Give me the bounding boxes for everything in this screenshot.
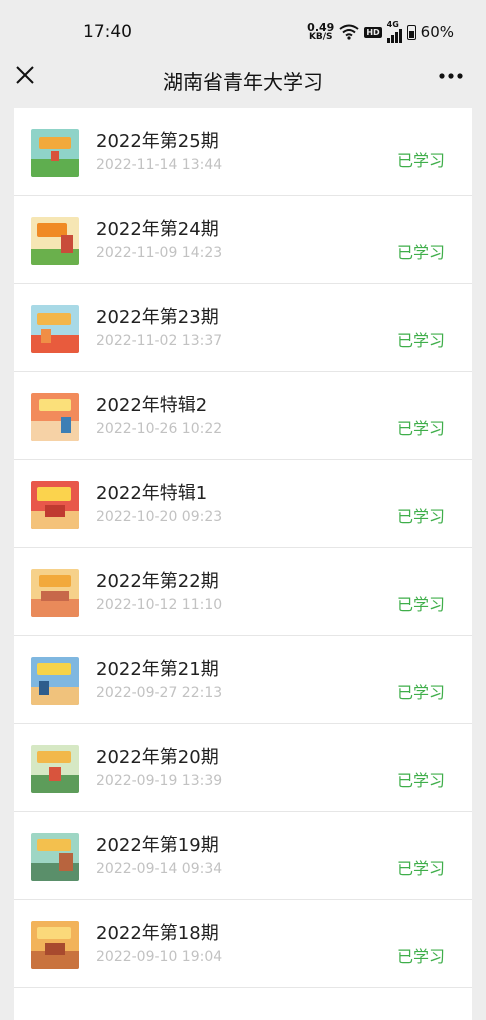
episode-title: 2022年第19期 — [96, 835, 219, 856]
list-item[interactable]: 2022年第22期 2022-10-12 11:10 已学习 — [14, 548, 472, 636]
episode-title: 2022年第21期 — [96, 659, 219, 680]
list-item[interactable]: 2022年第21期 2022-09-27 22:13 已学习 — [14, 636, 472, 724]
list-item[interactable]: 2022年第19期 2022-09-14 09:34 已学习 — [14, 812, 472, 900]
status-label: 已学习 — [396, 859, 445, 878]
list-item[interactable]: 2022年第20期 2022-09-19 13:39 已学习 — [14, 724, 472, 812]
episode-date: 2022-09-27 22:13 — [96, 685, 223, 701]
status-label: 已学习 — [396, 243, 445, 262]
net-speed-unit: KB/S — [308, 32, 333, 42]
net-speed: 0.49 KB/S — [307, 22, 334, 42]
episode-thumbnail — [31, 217, 79, 265]
status-label: 已学习 — [396, 947, 445, 966]
status-label: 已学习 — [396, 507, 445, 526]
list-item[interactable]: 2022年第25期 2022-11-14 13:44 已学习 — [14, 108, 472, 196]
wifi-icon — [339, 24, 359, 40]
more-icon[interactable] — [438, 68, 464, 84]
episode-date: 2022-09-10 19:04 — [96, 949, 223, 965]
episode-date: 2022-10-26 10:22 — [96, 421, 223, 437]
list-item[interactable]: 2022年第24期 2022-11-09 14:23 已学习 — [14, 196, 472, 284]
episode-title: 2022年第22期 — [96, 571, 219, 592]
episode-thumbnail — [31, 481, 79, 529]
page-title: 湖南省青年大学习 — [163, 70, 323, 94]
list-item[interactable]: 2022年特辑2 2022-10-26 10:22 已学习 — [14, 372, 472, 460]
list-item[interactable]: 2022年第18期 2022-09-10 19:04 已学习 — [14, 900, 472, 988]
list-item[interactable]: 2022年特辑1 2022-10-20 09:23 已学习 — [14, 460, 472, 548]
episode-date: 2022-11-14 13:44 — [96, 157, 223, 173]
episode-thumbnail — [31, 393, 79, 441]
episode-thumbnail — [31, 921, 79, 969]
episode-date: 2022-10-12 11:10 — [96, 597, 223, 613]
episode-date: 2022-09-14 09:34 — [96, 861, 223, 877]
episode-thumbnail — [31, 745, 79, 793]
episode-date: 2022-10-20 09:23 — [96, 509, 223, 525]
status-bar: 17:40 0.49 KB/S HD 4G 60% — [0, 0, 486, 62]
episode-date: 2022-11-09 14:23 — [96, 245, 223, 261]
episode-thumbnail — [31, 569, 79, 617]
status-label: 已学习 — [396, 683, 445, 702]
episode-date: 2022-09-19 13:39 — [96, 773, 223, 789]
battery-icon — [406, 24, 416, 40]
battery-percent: 60% — [420, 23, 454, 41]
status-label: 已学习 — [396, 331, 445, 350]
episode-title: 2022年第18期 — [96, 923, 219, 944]
network-type: 4G — [386, 20, 399, 29]
episode-thumbnail — [31, 305, 79, 353]
episode-thumbnail — [31, 833, 79, 881]
list-item[interactable]: 2022年第23期 2022-11-02 13:37 已学习 — [14, 284, 472, 372]
status-icons: 0.49 KB/S HD 4G 60% — [307, 21, 454, 43]
status-label: 已学习 — [396, 595, 445, 614]
episode-title: 2022年第23期 — [96, 307, 219, 328]
status-label: 已学习 — [396, 419, 445, 438]
clock: 17:40 — [83, 22, 132, 42]
episode-date: 2022-11-02 13:37 — [96, 333, 223, 349]
episode-list: 2022年第25期 2022-11-14 13:44 已学习 2022年第24期… — [14, 108, 472, 1020]
episode-title: 2022年第25期 — [96, 131, 219, 152]
episode-title: 2022年特辑2 — [96, 395, 208, 416]
episode-title: 2022年特辑1 — [96, 483, 208, 504]
episode-thumbnail — [31, 657, 79, 705]
episode-thumbnail — [31, 129, 79, 177]
episode-title: 2022年第20期 — [96, 747, 219, 768]
signal-icon: 4G — [386, 20, 402, 43]
nav-bar: 湖南省青年大学习 — [0, 62, 486, 108]
status-label: 已学习 — [396, 771, 445, 790]
hd-icon: HD — [364, 26, 382, 38]
episode-title: 2022年第24期 — [96, 219, 219, 240]
status-label: 已学习 — [396, 151, 445, 170]
